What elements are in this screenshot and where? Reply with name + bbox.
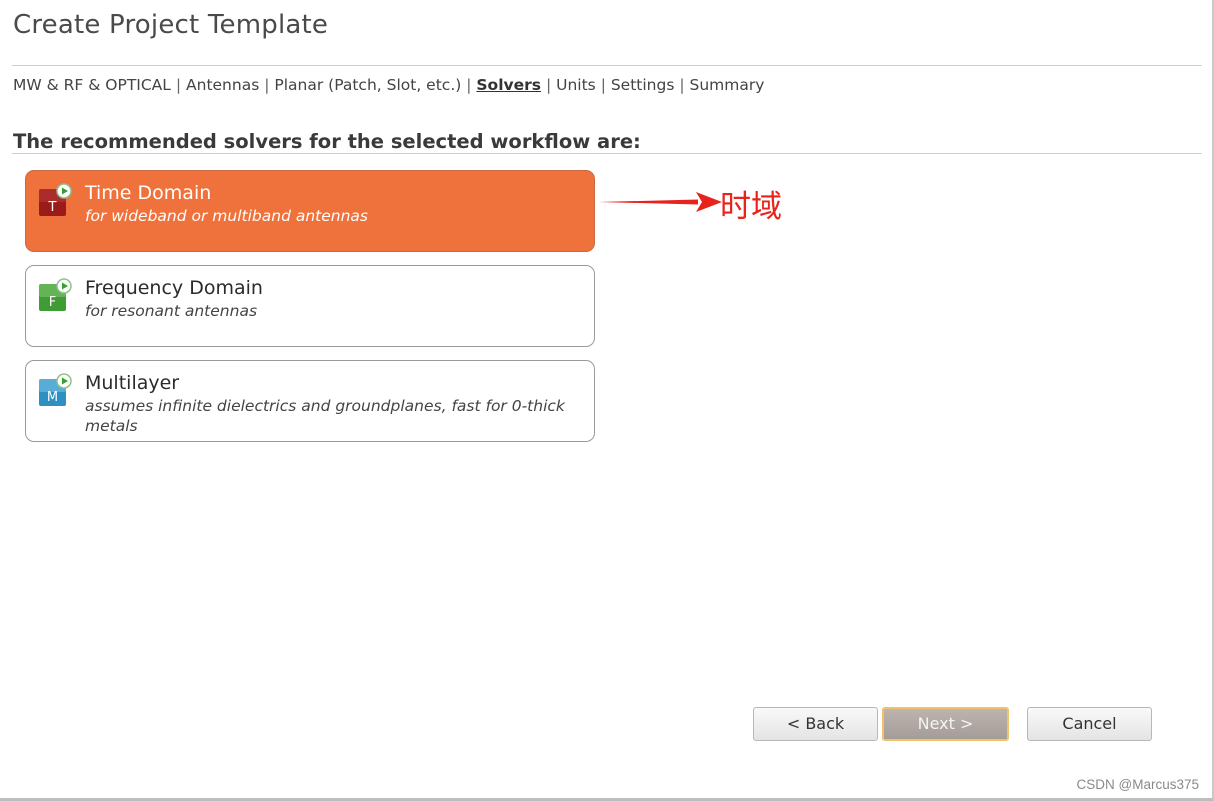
page-title: Create Project Template xyxy=(13,10,329,40)
solver-option-time-domain[interactable]: T Time Domain for wideband or multiband … xyxy=(25,170,595,252)
divider xyxy=(12,65,1202,66)
svg-text:T: T xyxy=(48,200,57,215)
breadcrumb-item-summary[interactable]: Summary xyxy=(690,76,765,94)
breadcrumb-separator: | xyxy=(264,76,275,94)
multilayer-solver-icon: M xyxy=(39,373,72,406)
solver-name: Multilayer xyxy=(85,372,180,394)
breadcrumb-item-units[interactable]: Units xyxy=(556,76,596,94)
svg-text:M: M xyxy=(47,390,58,405)
breadcrumb-item-antennas[interactable]: Antennas xyxy=(186,76,259,94)
solver-name: Time Domain xyxy=(85,182,212,204)
next-button[interactable]: Next > xyxy=(882,707,1009,741)
solver-option-frequency-domain[interactable]: F Frequency Domain for resonant antennas xyxy=(25,265,595,347)
solver-name: Frequency Domain xyxy=(85,277,263,299)
watermark: CSDN @Marcus375 xyxy=(1076,777,1200,792)
breadcrumb-item-planar[interactable]: Planar (Patch, Slot, etc.) xyxy=(274,76,461,94)
divider xyxy=(12,153,1202,154)
solver-option-multilayer[interactable]: M Multilayer assumes infinite dielectric… xyxy=(25,360,595,442)
time-domain-solver-icon: T xyxy=(39,183,72,216)
solver-description: for resonant antennas xyxy=(85,302,258,320)
breadcrumb-separator: | xyxy=(600,76,611,94)
breadcrumb-item-settings[interactable]: Settings xyxy=(611,76,675,94)
breadcrumb-item-mw-rf-optical[interactable]: MW & RF & OPTICAL xyxy=(13,76,171,94)
solver-description: for wideband or multiband antennas xyxy=(85,207,369,225)
annotation-arrow-icon xyxy=(598,192,722,212)
frequency-domain-solver-icon: F xyxy=(39,278,72,311)
breadcrumb: MW & RF & OPTICAL | Antennas | Planar (P… xyxy=(13,76,764,94)
section-heading: The recommended solvers for the selected… xyxy=(13,130,641,153)
breadcrumb-separator: | xyxy=(466,76,477,94)
svg-text:F: F xyxy=(49,295,56,310)
solver-description: assumes infinite dielectrics and groundp… xyxy=(85,397,565,435)
back-button[interactable]: < Back xyxy=(753,707,878,741)
cancel-button[interactable]: Cancel xyxy=(1027,707,1152,741)
breadcrumb-separator: | xyxy=(679,76,690,94)
annotation-label: 时域 xyxy=(720,189,782,225)
breadcrumb-separator: | xyxy=(175,76,187,94)
breadcrumb-separator: | xyxy=(545,76,557,94)
breadcrumb-item-solvers[interactable]: Solvers xyxy=(476,76,541,94)
